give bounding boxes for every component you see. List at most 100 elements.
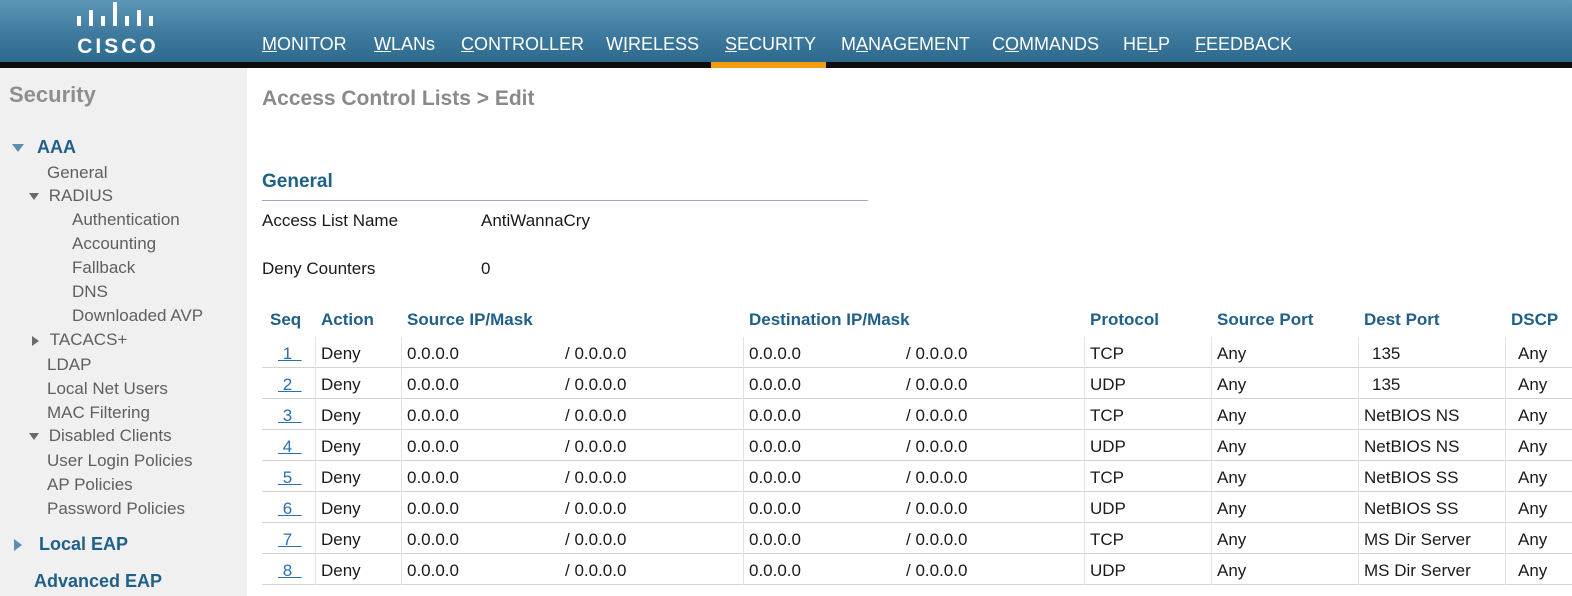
dest-mask-cell: / 0.0.0.0 (906, 530, 968, 549)
nav-controller[interactable]: CONTROLLER (461, 34, 584, 55)
dest-ip-cell: 0.0.0.0 (749, 437, 801, 456)
source-mask-cell: / 0.0.0.0 (565, 344, 627, 363)
column-separator (743, 492, 744, 523)
source-port-cell: Any (1217, 561, 1247, 580)
nav-feedback[interactable]: FEEDBACK (1195, 34, 1292, 55)
source-mask-cell: / 0.0.0.0 (565, 468, 627, 487)
sidebar-item-authentication[interactable]: Authentication (72, 210, 180, 230)
cisco-bridge-icon (77, 2, 153, 26)
column-separator (743, 368, 744, 399)
source-ip-cell: 0.0.0.0 (407, 530, 459, 549)
sidebar-section-aaa[interactable]: AAA (12, 137, 76, 158)
seq-link[interactable]: 1 (278, 344, 302, 364)
sidebar-item-fallback[interactable]: Fallback (72, 258, 135, 278)
column-separator (401, 523, 402, 554)
sidebar-item-disabled-clients[interactable]: Disabled Clients (29, 426, 172, 446)
dest-mask-cell: / 0.0.0.0 (906, 561, 968, 580)
column-separator (401, 461, 402, 492)
column-separator (1211, 368, 1212, 399)
protocol-cell: TCP (1090, 530, 1124, 549)
column-separator (743, 523, 744, 554)
column-header-destination-ip-mask: Destination IP/Mask (749, 310, 910, 329)
column-separator (315, 523, 316, 554)
column-separator (1505, 554, 1506, 585)
column-separator (1505, 337, 1506, 368)
action-cell: Deny (321, 406, 361, 425)
action-cell: Deny (321, 561, 361, 580)
seq-link[interactable]: 2 (278, 375, 302, 395)
source-port-cell: Any (1217, 468, 1247, 487)
column-separator (401, 399, 402, 430)
expand-arrow-icon (12, 144, 24, 153)
sidebar-section-advanced-eap[interactable]: Advanced EAP (34, 571, 162, 592)
sidebar-item-ldap[interactable]: LDAP (47, 355, 91, 375)
expand-arrow-icon (29, 433, 39, 441)
seq-link[interactable]: 6 (278, 499, 302, 519)
nav-wireless[interactable]: WIRELESS (606, 34, 699, 55)
deny-counters-label: Deny Counters (262, 259, 376, 278)
action-cell: Deny (321, 344, 361, 363)
sidebar-item-general[interactable]: General (47, 163, 107, 183)
column-header-seq: Seq (270, 310, 302, 329)
sidebar-item-password-policies[interactable]: Password Policies (47, 499, 185, 519)
sidebar-item-accounting[interactable]: Accounting (72, 234, 156, 254)
column-separator (1358, 554, 1359, 585)
seq-link[interactable]: 4 (278, 437, 302, 457)
dest-port-cell: MS Dir Server (1364, 530, 1471, 549)
collapse-arrow-icon (32, 335, 39, 346)
column-separator (1505, 523, 1506, 554)
sidebar-item-local-net-users[interactable]: Local Net Users (47, 379, 168, 399)
column-separator (743, 399, 744, 430)
table-row: 6 Deny 0.0.0.0 / 0.0.0.0 0.0.0.0 / 0.0.0.0 UD… (262, 492, 1572, 523)
dscp-cell: Any (1518, 530, 1548, 549)
sidebar-item-mac-filtering[interactable]: MAC Filtering (47, 403, 150, 423)
sidebar-item-downloaded-avp[interactable]: Downloaded AVP (72, 306, 203, 326)
source-port-cell: Any (1217, 375, 1247, 394)
seq-link[interactable]: 8 (278, 561, 302, 581)
source-port-cell: Any (1217, 344, 1247, 363)
seq-link[interactable]: 3 (278, 406, 302, 426)
dest-ip-cell: 0.0.0.0 (749, 468, 801, 487)
sidebar-section-local-eap[interactable]: Local EAP (14, 534, 128, 555)
nav-commands[interactable]: COMMANDS (992, 34, 1099, 55)
column-header-protocol: Protocol (1090, 310, 1159, 329)
seq-link[interactable]: 5 (278, 468, 302, 488)
section-heading-general: General (262, 171, 333, 192)
cisco-logo: CISCO (68, 2, 178, 58)
source-mask-cell: / 0.0.0.0 (565, 375, 627, 394)
sidebar-title: Security (9, 82, 96, 107)
column-separator (1211, 430, 1212, 461)
column-separator (401, 368, 402, 399)
table-row: 5 Deny 0.0.0.0 / 0.0.0.0 0.0.0.0 / 0.0.0.0 TC… (262, 461, 1572, 492)
column-separator (1211, 337, 1212, 368)
dest-mask-cell: / 0.0.0.0 (906, 499, 968, 518)
column-separator (1211, 461, 1212, 492)
nav-security[interactable]: SECURITY (725, 34, 816, 55)
nav-wlans[interactable]: WLANs (374, 34, 435, 55)
nav-monitor[interactable]: MONITOR (262, 34, 347, 55)
seq-link[interactable]: 7 (278, 530, 302, 550)
dscp-cell: Any (1518, 468, 1548, 487)
source-ip-cell: 0.0.0.0 (407, 406, 459, 425)
sidebar-item-tacacs[interactable]: TACACS+ (32, 330, 127, 350)
sidebar-item-user-login-policies[interactable]: User Login Policies (47, 451, 193, 471)
column-separator (315, 399, 316, 430)
table-row: 7 Deny 0.0.0.0 / 0.0.0.0 0.0.0.0 / 0.0.0.0 TC… (262, 523, 1572, 554)
sidebar-item-radius[interactable]: RADIUS (29, 186, 113, 206)
access-list-name-label: Access List Name (262, 211, 399, 230)
column-separator (401, 337, 402, 368)
dscp-cell: Any (1518, 437, 1548, 456)
column-separator (743, 461, 744, 492)
protocol-cell: UDP (1090, 561, 1126, 580)
source-ip-cell: 0.0.0.0 (407, 437, 459, 456)
column-separator (315, 368, 316, 399)
nav-help[interactable]: HELP (1123, 34, 1170, 55)
section-divider (262, 200, 868, 201)
dest-port-cell: NetBIOS SS (1364, 499, 1459, 518)
column-header-dscp: DSCP (1511, 310, 1559, 329)
nav-management[interactable]: MANAGEMENT (841, 34, 970, 55)
sidebar-item-ap-policies[interactable]: AP Policies (47, 475, 133, 495)
dest-port-cell: MS Dir Server (1364, 561, 1471, 580)
column-separator (401, 554, 402, 585)
sidebar-item-dns[interactable]: DNS (72, 282, 108, 302)
